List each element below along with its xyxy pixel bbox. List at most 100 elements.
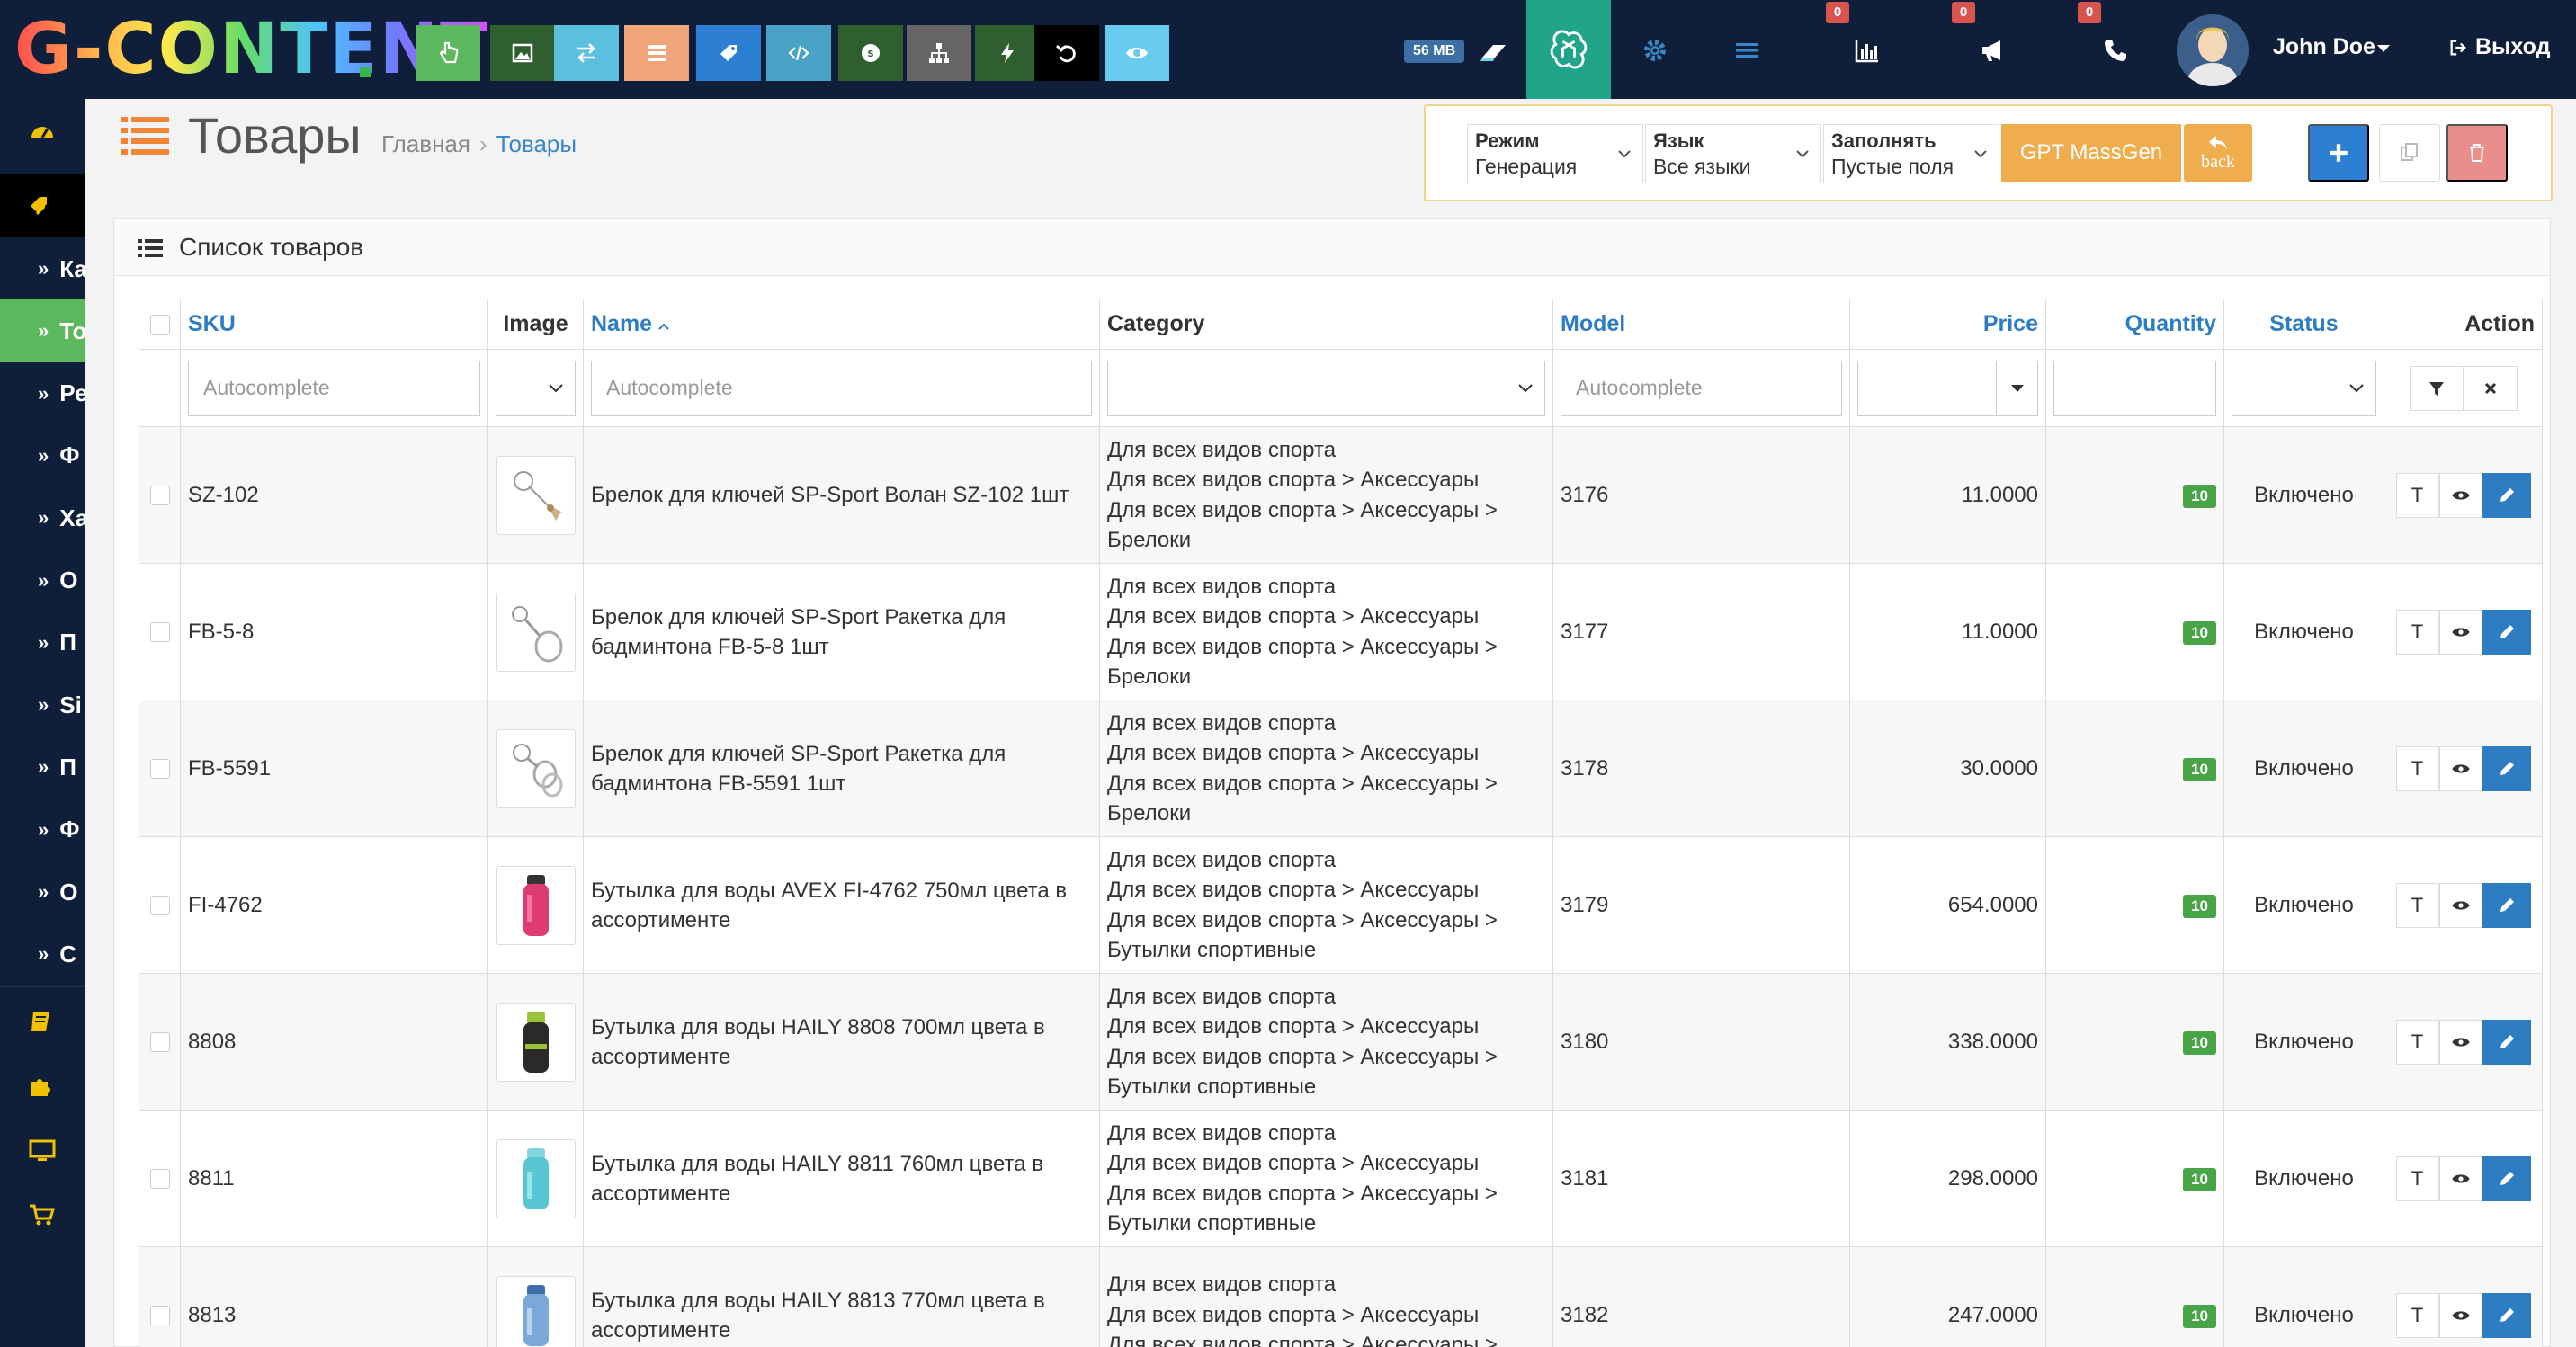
image-tool-button[interactable] xyxy=(490,25,555,81)
bolt-tool-button[interactable] xyxy=(975,25,1040,81)
preview-button[interactable] xyxy=(2438,1155,2482,1201)
product-thumbnail[interactable] xyxy=(496,592,576,672)
status-column-header[interactable]: Status xyxy=(2223,299,2384,350)
product-thumbnail[interactable] xyxy=(496,728,576,808)
sidebar-item-catalog[interactable] xyxy=(0,174,85,237)
translate-button[interactable]: T xyxy=(2395,745,2439,791)
sidebar-subitem-11[interactable]: » С xyxy=(0,923,85,986)
sku-column-header[interactable]: SKU xyxy=(180,299,488,350)
quantity-column-header[interactable]: Quantity xyxy=(2045,299,2224,350)
apply-filter-button[interactable] xyxy=(2409,365,2464,411)
price-filter-input[interactable] xyxy=(1857,360,2038,416)
translate-button[interactable]: T xyxy=(2395,472,2439,518)
row-checkbox[interactable] xyxy=(149,1168,170,1189)
select-all-checkbox[interactable] xyxy=(149,314,170,335)
edit-button[interactable] xyxy=(2482,882,2531,928)
eye-tool-button[interactable] xyxy=(1105,25,1169,81)
clear-filter-button[interactable] xyxy=(2463,365,2518,411)
user-menu-caret-icon[interactable] xyxy=(2377,45,2390,52)
preview-button[interactable] xyxy=(2438,1019,2482,1065)
sidebar-item-system[interactable] xyxy=(0,1119,85,1182)
preview-button[interactable] xyxy=(2438,1292,2482,1338)
name-column-header[interactable]: Name xyxy=(583,299,1100,350)
sidebar-subitem-7[interactable]: » Si xyxy=(0,674,85,736)
breadcrumb-home[interactable]: Главная xyxy=(381,130,470,157)
exchange-tool-button[interactable] xyxy=(554,25,619,81)
sidebar-subitem-6[interactable]: » П xyxy=(0,611,85,674)
preview-button[interactable] xyxy=(2438,472,2482,518)
sidebar-subitem-5[interactable]: » О xyxy=(0,549,85,612)
code-tool-button[interactable] xyxy=(766,25,831,81)
undo-tool-button[interactable] xyxy=(1034,25,1099,81)
sidebar-item-design[interactable] xyxy=(0,989,85,1052)
sidebar-subitem-10[interactable]: » О xyxy=(0,861,85,923)
sidebar-subitem-4[interactable]: » Ха xyxy=(0,486,85,549)
sidebar-item-dashboard[interactable] xyxy=(0,99,85,162)
logout-button[interactable]: Выход xyxy=(2448,34,2551,60)
sidebar-subitem-1[interactable]: » То xyxy=(0,299,85,363)
preview-button[interactable] xyxy=(2438,882,2482,928)
mode-select[interactable]: Режим Генерация xyxy=(1467,124,1643,183)
translate-button[interactable]: T xyxy=(2395,609,2439,655)
product-thumbnail[interactable] xyxy=(496,1002,576,1082)
delete-product-button[interactable] xyxy=(2446,124,2508,182)
language-select[interactable]: Язык Все языки xyxy=(1645,124,1821,183)
seo-tool-button[interactable]: S xyxy=(838,25,903,81)
row-checkbox[interactable] xyxy=(149,758,170,779)
product-thumbnail[interactable] xyxy=(496,865,576,945)
quantity-filter-input[interactable] xyxy=(2053,360,2216,416)
price-column-header[interactable]: Price xyxy=(1849,299,2046,350)
back-button[interactable]: back xyxy=(2184,124,2252,182)
calls-nav-button[interactable] xyxy=(2097,32,2133,68)
row-checkbox[interactable] xyxy=(149,621,170,642)
name-filter-input[interactable]: Autocomplete xyxy=(591,360,1092,416)
sitemap-tool-button[interactable] xyxy=(907,25,971,81)
product-thumbnail[interactable] xyxy=(496,455,576,535)
breadcrumb-current[interactable]: Товары xyxy=(496,130,577,157)
sidebar-subitem-0[interactable]: » Ка xyxy=(0,237,85,300)
add-product-button[interactable] xyxy=(2308,124,2369,182)
status-filter-select[interactable] xyxy=(2232,360,2376,416)
row-checkbox[interactable] xyxy=(149,1031,170,1052)
product-thumbnail[interactable] xyxy=(496,1275,576,1347)
eraser-icon[interactable] xyxy=(1479,40,1509,65)
preview-button[interactable] xyxy=(2438,609,2482,655)
price-operator-dropdown[interactable] xyxy=(1996,361,2037,415)
edit-button[interactable] xyxy=(2482,1155,2531,1201)
sidebar-subitem-9[interactable]: » Ф xyxy=(0,798,85,861)
translate-button[interactable]: T xyxy=(2395,1292,2439,1338)
translate-button[interactable]: T xyxy=(2395,882,2439,928)
fill-select[interactable]: Заполнять Пустые поля xyxy=(1823,124,1999,183)
category-filter-select[interactable] xyxy=(1107,360,1545,416)
sidebar-subitem-2[interactable]: » Ре xyxy=(0,362,85,425)
sidebar-subitem-8[interactable]: » П xyxy=(0,736,85,798)
preview-button[interactable] xyxy=(2438,745,2482,791)
row-checkbox[interactable] xyxy=(149,485,170,505)
product-thumbnail[interactable] xyxy=(496,1138,576,1218)
edit-button[interactable] xyxy=(2482,745,2531,791)
stats-nav-button[interactable] xyxy=(1849,32,1885,68)
edit-button[interactable] xyxy=(2482,609,2531,655)
tag-tool-button[interactable] xyxy=(696,25,761,81)
translate-button[interactable]: T xyxy=(2395,1155,2439,1201)
row-checkbox[interactable] xyxy=(149,1305,170,1325)
avatar[interactable] xyxy=(2177,14,2249,86)
model-filter-input[interactable]: Autocomplete xyxy=(1561,360,1842,416)
sidebar-subitem-3[interactable]: » Ф xyxy=(0,424,85,487)
marketing-nav-button[interactable] xyxy=(1975,32,2011,68)
list-tool-button[interactable] xyxy=(624,25,689,81)
user-name[interactable]: John Doe xyxy=(2273,34,2375,60)
hand-pointer-tool-button[interactable] xyxy=(416,25,480,81)
image-filter-select[interactable] xyxy=(496,360,576,416)
translate-button[interactable]: T xyxy=(2395,1019,2439,1065)
sidebar-item-sales[interactable] xyxy=(0,1183,85,1246)
edit-button[interactable] xyxy=(2482,1019,2531,1065)
edit-button[interactable] xyxy=(2482,1292,2531,1338)
gpt-massgen-button[interactable]: GPT MassGen xyxy=(2001,124,2181,182)
model-column-header[interactable]: Model xyxy=(1552,299,1850,350)
sku-filter-input[interactable]: Autocomplete xyxy=(188,360,480,416)
chatgpt-button[interactable] xyxy=(1526,0,1611,99)
row-checkbox[interactable] xyxy=(149,895,170,915)
sidebar-item-extensions[interactable] xyxy=(0,1054,85,1117)
edit-button[interactable] xyxy=(2482,472,2531,518)
